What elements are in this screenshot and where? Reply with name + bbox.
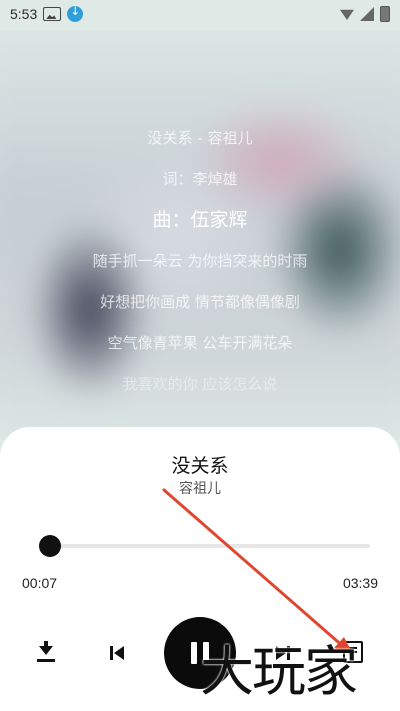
progress-slider[interactable]	[38, 535, 370, 557]
lyrics-panel[interactable]: 没关系 - 容祖儿 词：李焯雄 曲：伍家辉 随手抓一朵云 为你挡突来的时雨 好想…	[0, 118, 400, 405]
download-icon[interactable]	[34, 641, 58, 665]
signal-icon	[360, 7, 374, 21]
lyric-line: 没关系 - 容祖儿	[147, 129, 253, 147]
previous-icon[interactable]	[106, 642, 128, 664]
status-left: 5:53	[10, 4, 84, 22]
lyric-line: 我喜欢的你 应该怎么说	[122, 375, 278, 393]
battery-icon	[380, 6, 390, 22]
total-time: 03:39	[342, 575, 378, 591]
lyric-line: 好想把你画成 情节都像偶像剧	[100, 293, 300, 311]
elapsed-time: 00:07	[22, 575, 58, 591]
status-right	[340, 6, 390, 22]
lyric-line-active: 曲：伍家辉	[152, 209, 248, 231]
watermark: 大玩家	[200, 640, 358, 703]
song-artist[interactable]: 容祖儿	[0, 478, 400, 498]
progress-thumb[interactable]	[38, 535, 61, 557]
lyric-line: 随手抓一朵云 为你挡突来的时雨	[92, 252, 308, 270]
lyric-line: 词：李焯雄	[162, 170, 238, 188]
status-bar: 5:53	[0, 0, 400, 28]
download-badge-icon	[67, 4, 84, 22]
status-time: 5:53	[10, 6, 38, 22]
song-title: 没关系	[171, 455, 229, 477]
gallery-icon	[43, 7, 62, 21]
wifi-icon	[340, 9, 354, 20]
lyric-line: 空气像青苹果 公车开满花朵	[107, 334, 293, 352]
